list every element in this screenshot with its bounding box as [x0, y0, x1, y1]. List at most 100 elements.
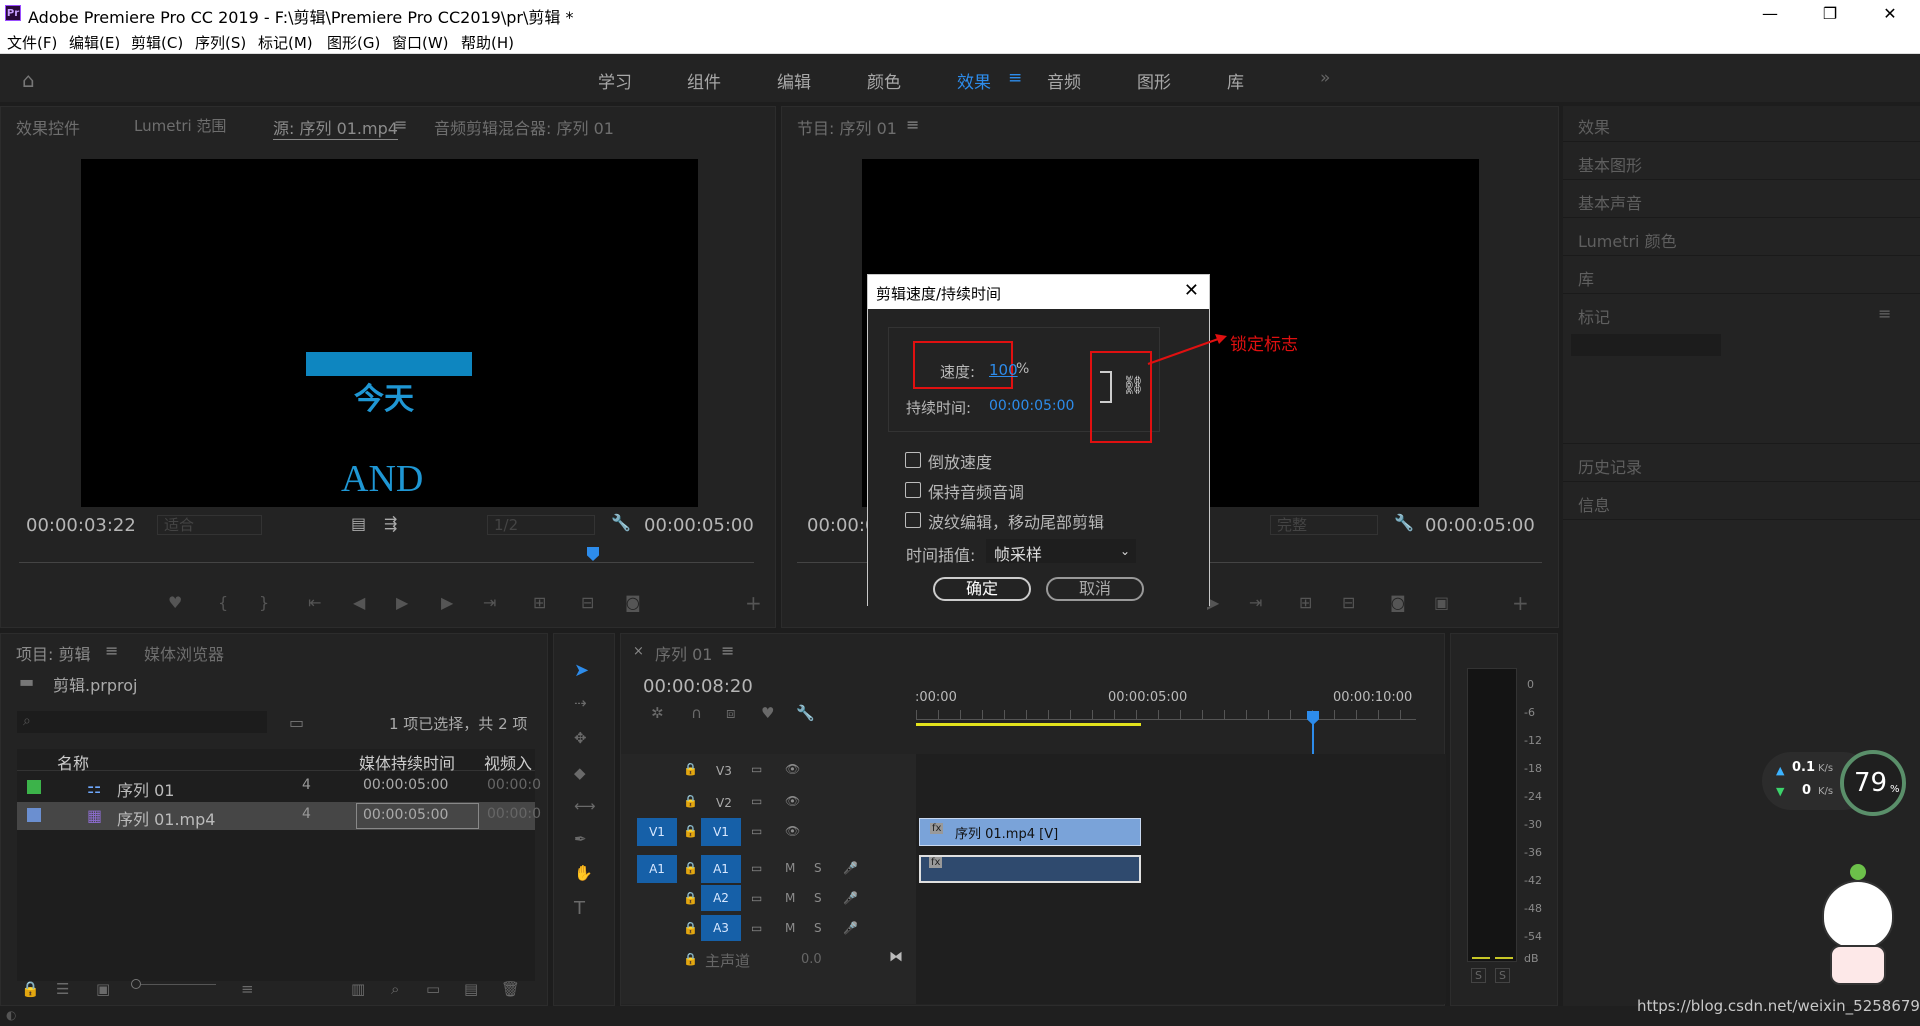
- step-forward-icon[interactable]: ▶: [441, 593, 453, 612]
- track-a1[interactable]: A1: [701, 855, 741, 883]
- a2-lock-icon[interactable]: 🔒: [683, 891, 698, 905]
- program-menu-icon[interactable]: ≡: [906, 115, 919, 134]
- source-timecode-current[interactable]: 00:00:03:22: [26, 515, 136, 536]
- master-lock-icon[interactable]: 🔒: [683, 952, 698, 966]
- duration-value[interactable]: 00:00:05:00: [989, 398, 1074, 414]
- a1-mic-icon[interactable]: 🎤: [843, 861, 858, 875]
- tab-sequence[interactable]: 序列 01: [655, 641, 712, 665]
- workspace-assembly[interactable]: 组件: [687, 68, 721, 93]
- a1-lock-icon[interactable]: 🔒: [683, 861, 698, 875]
- pen-tool-icon[interactable]: ✒: [574, 830, 587, 848]
- snap-icon[interactable]: ∩: [691, 704, 702, 722]
- export-frame-icon[interactable]: ▤: [351, 514, 366, 533]
- workspace-effects[interactable]: 效果: [957, 68, 991, 93]
- a1-solo-icon[interactable]: S: [814, 861, 822, 875]
- column-media-duration[interactable]: 媒体持续时间: [359, 750, 455, 774]
- a1-sync-icon[interactable]: ▭: [751, 861, 762, 875]
- resolution-dropdown[interactable]: 1/2: [487, 515, 595, 535]
- timeline-ruler[interactable]: [916, 710, 1416, 720]
- reverse-speed-checkbox[interactable]: [905, 452, 921, 468]
- track-v1[interactable]: V1: [701, 818, 741, 846]
- a1-mute-icon[interactable]: M: [785, 861, 795, 875]
- extract-icon[interactable]: ⊟: [1342, 593, 1355, 612]
- timeline-close-icon[interactable]: ×: [633, 644, 644, 659]
- project-search-input[interactable]: ⌕: [17, 711, 267, 733]
- panel-menu-icon[interactable]: ≡: [394, 115, 407, 134]
- markers-search-input[interactable]: [1571, 334, 1721, 356]
- table-row[interactable]: ⚏ 序列 01 4 00:00:05:00 00:00:0: [17, 774, 541, 800]
- quality-dropdown[interactable]: 完整: [1270, 515, 1378, 535]
- v3-eye-icon[interactable]: 👁: [785, 762, 800, 776]
- panel-essential-graphics[interactable]: 基本图形: [1563, 144, 1920, 180]
- speed-value[interactable]: 100: [989, 361, 1018, 379]
- panel-libraries[interactable]: 库: [1563, 258, 1920, 294]
- workspace-editing[interactable]: 编辑: [777, 68, 811, 93]
- panel-history[interactable]: 历史记录: [1563, 446, 1920, 482]
- menu-help[interactable]: 帮助(H): [461, 32, 514, 53]
- play-icon[interactable]: ▶: [396, 593, 408, 612]
- wrench-icon[interactable]: 🔧: [611, 513, 631, 532]
- audio-clip[interactable]: fx: [919, 855, 1141, 883]
- tab-project[interactable]: 项目: 剪辑: [16, 641, 90, 665]
- tab-program[interactable]: 节目: 序列 01: [797, 115, 897, 139]
- v3-lock-icon[interactable]: 🔒: [683, 762, 698, 776]
- insert-icon[interactable]: ⊞: [533, 593, 546, 612]
- new-bin-icon[interactable]: ▭: [289, 713, 304, 732]
- track-select-tool-icon[interactable]: ⇢: [574, 694, 587, 712]
- track-v2[interactable]: V2: [716, 796, 732, 810]
- program-go-to-out-icon[interactable]: ⇥: [1249, 593, 1262, 612]
- ok-button[interactable]: 确定: [933, 577, 1031, 601]
- panel-essential-sound[interactable]: 基本声音: [1563, 182, 1920, 218]
- v1-eye-icon[interactable]: 👁: [785, 824, 800, 838]
- sort-icon[interactable]: ≡: [241, 980, 254, 998]
- type-tool-icon[interactable]: T: [574, 898, 585, 919]
- add-marker-icon[interactable]: ♥: [168, 593, 182, 612]
- more-workspaces-icon[interactable]: »: [1320, 68, 1330, 88]
- menu-file[interactable]: 文件(F): [7, 32, 57, 53]
- menu-clip[interactable]: 剪辑(C): [131, 32, 183, 53]
- menu-sequence[interactable]: 序列(S): [195, 32, 246, 53]
- source-patch-a1[interactable]: A1: [637, 855, 677, 883]
- row-duration-cell[interactable]: 00:00:05:00: [356, 803, 479, 829]
- a2-mute-icon[interactable]: M: [785, 891, 795, 905]
- panel-markers[interactable]: 标记 ≡: [1563, 296, 1920, 444]
- hand-tool-icon[interactable]: ✋: [574, 864, 593, 882]
- timeline-settings-icon[interactable]: 🔧: [796, 704, 815, 722]
- icon-view-icon[interactable]: ▣: [96, 980, 110, 998]
- master-volume[interactable]: 0.0: [801, 952, 822, 967]
- menu-window[interactable]: 窗口(W): [392, 32, 449, 53]
- v2-lock-icon[interactable]: 🔒: [683, 794, 698, 808]
- new-item-icon[interactable]: ▤: [464, 980, 478, 998]
- v1-sync-icon[interactable]: ▭: [751, 824, 762, 838]
- timeline-timecode[interactable]: 00:00:08:20: [643, 676, 753, 697]
- a2-solo-icon[interactable]: S: [814, 891, 822, 905]
- close-button[interactable]: ✕: [1865, 0, 1915, 28]
- find-icon[interactable]: ⌕: [391, 980, 399, 998]
- panel-info[interactable]: 信息: [1563, 484, 1920, 520]
- column-video-in[interactable]: 视频入: [484, 750, 532, 774]
- workspace-graphics[interactable]: 图形: [1137, 68, 1171, 93]
- automate-icon[interactable]: ▥: [351, 980, 365, 998]
- menu-marker[interactable]: 标记(M): [258, 32, 313, 53]
- solo-right-button[interactable]: S: [1495, 968, 1510, 983]
- tab-source[interactable]: 源: 序列 01.mp4: [273, 115, 398, 140]
- a3-mic-icon[interactable]: 🎤: [843, 921, 858, 935]
- maximize-button[interactable]: ❐: [1805, 0, 1855, 28]
- label-color-swatch[interactable]: [27, 780, 41, 794]
- linked-select-icon[interactable]: ⧈: [726, 704, 736, 722]
- home-icon[interactable]: ⌂: [22, 68, 35, 92]
- a3-solo-icon[interactable]: S: [814, 921, 822, 935]
- program-add-icon[interactable]: +: [1512, 591, 1529, 615]
- trash-icon[interactable]: 🗑: [501, 980, 520, 998]
- insert-overlay-icon[interactable]: ⇶: [384, 514, 397, 533]
- keep-pitch-checkbox[interactable]: [905, 482, 921, 498]
- table-row[interactable]: ▦ 序列 01.mp4 4 00:00:05:00 00:00:0: [17, 802, 541, 830]
- a2-sync-icon[interactable]: ▭: [751, 891, 762, 905]
- minimize-button[interactable]: —: [1745, 0, 1795, 28]
- track-a3[interactable]: A3: [701, 915, 741, 941]
- timeline-menu-icon[interactable]: ≡: [721, 641, 734, 660]
- slip-tool-icon[interactable]: ⟷: [574, 797, 596, 815]
- workspace-learn[interactable]: 学习: [598, 68, 632, 93]
- fit-dropdown[interactable]: 适合: [157, 515, 262, 535]
- tab-media-browser[interactable]: 媒体浏览器: [144, 641, 224, 665]
